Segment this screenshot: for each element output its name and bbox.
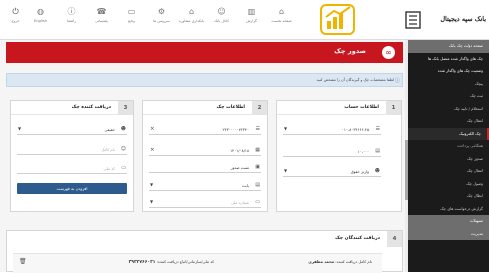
receivers-panel: 4 دریافت کنندگان چک نام کامل دریافت کنند… xyxy=(6,230,403,273)
page-title: صدور چک xyxy=(334,47,366,55)
sidebar-item-6[interactable]: انتقال چک xyxy=(408,115,489,128)
user-icon: ☺ xyxy=(120,146,126,152)
id-card-icon: ▭ xyxy=(121,165,126,171)
phone-icon: ☎ xyxy=(96,7,107,16)
support-button[interactable]: ☎ پشتیبانی xyxy=(88,6,115,23)
serial-field[interactable]: ☰ ۲۴۳۰۰۰۰۰۷۲۳۴۰ × xyxy=(149,125,261,135)
clear-icon[interactable]: × xyxy=(150,126,155,132)
add-to-list-button[interactable]: افزودن به فهرست xyxy=(17,183,127,194)
bank-icon: ⌂ xyxy=(188,7,195,16)
bank-emblem-icon xyxy=(405,11,421,29)
sidebar-item-8[interactable]: همگامی پرداخت xyxy=(408,140,489,153)
description-field[interactable]: ▣ تست صدور xyxy=(149,163,261,173)
receiver-type-select[interactable]: ☻ حقیقی ▼ xyxy=(17,125,127,135)
panel-title: اطلاعات حساب xyxy=(344,105,379,110)
chart-icon: ▥ xyxy=(247,7,256,16)
reason-select[interactable]: ▤ بابت ▼ xyxy=(149,181,261,191)
step-number: 2 xyxy=(252,101,267,115)
panel-title: اطلاعات چک xyxy=(216,105,245,110)
account-select[interactable]: ☰ ۰۱۰-۸۰۳۴۶۶۶-۴۵ ▼ xyxy=(283,125,381,135)
receiver-id-field[interactable]: ▭ کد ملی xyxy=(17,164,127,174)
help-button[interactable]: ⓘ راهنما xyxy=(58,6,85,23)
home-button[interactable]: ⌂ صفحه نخست xyxy=(268,6,295,23)
sidebar-item-4[interactable]: ثبت چک xyxy=(408,90,489,103)
info-alert: ⓘ لطفا مشخصات چک و گیرندگان آن را مشخص ک… xyxy=(6,73,403,87)
sidebar-item-10[interactable]: انتقال چک xyxy=(408,165,489,178)
date-field[interactable]: ▦ ۱۴۰۱/۰۸/۱۸ × xyxy=(149,146,261,156)
bank-name: بانک سپه دیجیتال xyxy=(440,15,486,23)
panel-title: دریافت کننده چک xyxy=(71,105,111,110)
id-card-icon: ▭ xyxy=(255,199,260,205)
home-icon: ⌂ xyxy=(278,7,285,16)
laptop-icon: ▭ xyxy=(127,7,136,16)
step-number: 4 xyxy=(387,231,402,247)
user-icon: ☻ xyxy=(374,168,380,174)
sidebar-item-12[interactable]: ابطال چک xyxy=(408,190,489,203)
language-button[interactable]: ◍ English xyxy=(27,6,54,23)
panel-title: دریافت کنندگان چک xyxy=(335,236,380,241)
sidebar-item-9[interactable]: صدور چک xyxy=(408,153,489,166)
app-logo-icon xyxy=(320,4,355,35)
banking-button[interactable]: ⌂ بانکداری مشاوره xyxy=(178,6,205,23)
logout-button[interactable]: ⏻ خروج xyxy=(2,6,29,23)
person-type-select[interactable]: ☻ وارتز حقوق ▼ xyxy=(283,167,381,177)
sidebar-item-0[interactable]: صفحه دولت چک بانک xyxy=(408,40,489,53)
list-icon: ☰ xyxy=(375,126,380,132)
trash-icon[interactable]: 🗑 xyxy=(19,258,27,265)
nav-item-4[interactable]: ▭ وتابع xyxy=(118,6,145,23)
receiver-name-field[interactable]: ☺ نام کامل xyxy=(17,145,127,155)
sidebar-item-3[interactable]: پیچک xyxy=(408,78,489,91)
sidebar-item-15[interactable]: مدیریت xyxy=(408,227,489,240)
step-number: 1 xyxy=(386,101,401,115)
bank-logo: بانک سپه دیجیتال xyxy=(404,8,486,34)
sidebar-item-2[interactable]: وضعیت چک های واگذار شده xyxy=(408,65,489,78)
sidebar: صفحه دولت چک بانک چک های واگذار شده متصل… xyxy=(408,40,489,272)
chevron-down-icon: ▼ xyxy=(150,182,154,187)
sidebar-item-11[interactable]: وصول چک xyxy=(408,178,489,191)
globe-icon: ◍ xyxy=(37,7,44,16)
link-icon: ∞ xyxy=(382,46,395,59)
receiver-panel: 3 دریافت کننده چک ☻ حقیقی ▼ ☺ نام کامل ▭… xyxy=(10,100,134,212)
services-button[interactable]: ⚙ سرویس ها xyxy=(148,6,175,23)
help-icon: ⓘ xyxy=(67,7,76,16)
sidebar-item-14[interactable]: تسهیلات xyxy=(408,215,489,228)
top-bar: ⏻ خروج ◍ English ⓘ راهنما ☎ پشتیبانی ▭ وتابع … xyxy=(0,0,489,40)
sidebar-item-7[interactable]: چک الکترونیک xyxy=(408,127,489,140)
barcode-icon: ☰ xyxy=(255,126,260,132)
chevron-down-icon: ▼ xyxy=(150,199,154,204)
page-title-banner: صدور چک ∞ xyxy=(6,42,403,63)
note-icon: ▣ xyxy=(255,164,260,170)
calendar-icon: ▦ xyxy=(255,147,260,153)
users-icon: ☻ xyxy=(120,126,126,132)
sidebar-item-5[interactable]: استعلام / تایید چک xyxy=(408,103,489,116)
info-icon: ⓘ xyxy=(394,78,400,84)
channel-button[interactable]: ☺ کانال بانک xyxy=(208,6,235,23)
money-icon: ▤ xyxy=(375,148,380,154)
chevron-down-icon: ▼ xyxy=(18,126,22,131)
clear-icon[interactable]: × xyxy=(150,147,155,153)
step-number: 3 xyxy=(118,101,133,115)
cog-icon: ⚙ xyxy=(157,7,166,16)
cheque-panel: 2 اطلاعات چک ☰ ۲۴۳۰۰۰۰۰۷۲۳۴۰ × ▦ ۱۴۰۱/۰۸… xyxy=(142,100,268,212)
account-panel: 1 اطلاعات حساب ☰ ۰۱۰-۸۰۳۴۶۶۶-۴۵ ▼ ▤ ۱۰،۰… xyxy=(276,100,402,212)
chevron-down-icon: ▼ xyxy=(284,126,288,131)
table-row: نام کامل دریافت کننده: محمد مظفری کد ملی… xyxy=(13,253,382,273)
report-button[interactable]: ▥ گزارش xyxy=(238,6,265,23)
chevron-down-icon: ▼ xyxy=(284,168,288,173)
person-icon: ☺ xyxy=(217,7,226,16)
sidebar-item-13[interactable]: گزارش درخواست های چک xyxy=(408,203,489,216)
extra-field[interactable]: ▭ شماره ملی ▼ xyxy=(149,198,261,208)
sidebar-item-1[interactable]: چک های واگذار شده متصل بانک ها xyxy=(408,53,489,66)
power-icon: ⏻ xyxy=(12,7,19,16)
amount-field[interactable]: ▤ ۱۰،۰۰۰ xyxy=(283,147,381,157)
document-icon: ▤ xyxy=(255,182,260,188)
